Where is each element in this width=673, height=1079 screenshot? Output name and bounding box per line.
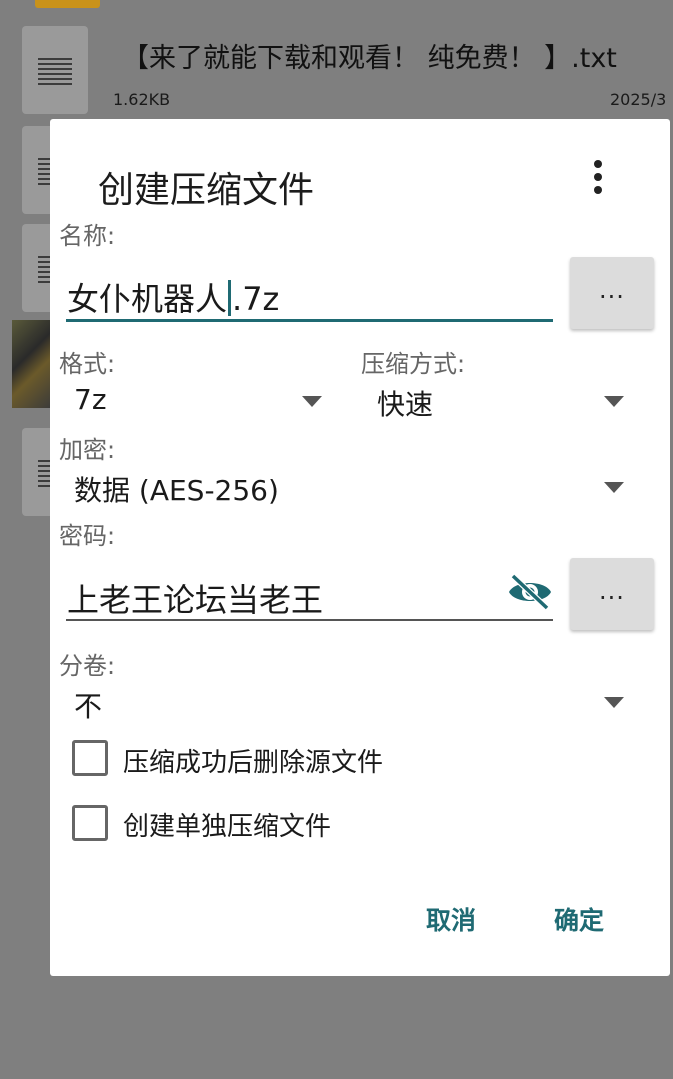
file-date: 2025/3 [610, 90, 667, 109]
file-name[interactable]: 【来了就能下载和观看！ 纯免费！ 】.txt [122, 36, 617, 75]
cancel-button[interactable]: 取消 [426, 901, 476, 937]
browse-path-button[interactable]: ... [570, 257, 654, 329]
name-text-before-caret: 女仆机器人 [67, 280, 228, 318]
delete-source-label[interactable]: 压缩成功后删除源文件 [123, 742, 383, 779]
separate-archive-label[interactable]: 创建单独压缩文件 [123, 806, 331, 843]
compression-method-label: 压缩方式: [361, 350, 466, 378]
format-label: 格式: [59, 350, 116, 378]
text-file-icon [22, 26, 88, 114]
password-label: 密码: [59, 522, 116, 550]
volume-value: 不 [74, 690, 103, 723]
dropdown-arrow-icon [604, 697, 624, 708]
file-size: 1.62KB [113, 90, 171, 109]
name-text-after-caret: .7z [232, 280, 280, 318]
method-value: 快速 [377, 388, 434, 421]
encryption-label: 加密: [59, 436, 116, 464]
name-label: 名称: [59, 222, 116, 250]
text-caret [228, 280, 232, 316]
dialog-title: 创建压缩文件 [98, 170, 315, 211]
dropdown-arrow-icon [604, 396, 624, 407]
visibility-off-icon[interactable] [507, 572, 553, 612]
ok-button[interactable]: 确定 [554, 901, 604, 937]
more-vert-icon[interactable] [585, 157, 611, 201]
volume-label: 分卷: [59, 652, 116, 680]
separate-archive-checkbox[interactable] [72, 805, 108, 841]
password-input-underline [66, 619, 553, 621]
dropdown-arrow-icon [302, 396, 322, 407]
archive-name-input[interactable]: 女仆机器人 .7z [67, 274, 279, 320]
dropdown-arrow-icon [604, 482, 624, 493]
password-options-button[interactable]: ... [570, 558, 654, 630]
name-input-underline [66, 319, 553, 322]
encryption-value: 数据 (AES-256) [74, 474, 279, 507]
delete-source-checkbox[interactable] [72, 740, 108, 776]
folder-icon-partial [35, 0, 100, 8]
format-value: 7z [74, 383, 107, 416]
image-thumbnail [12, 320, 52, 408]
create-archive-dialog: 创建压缩文件 名称: 女仆机器人 .7z ... 格式: 压缩方式: 7z 快速 … [50, 119, 670, 976]
password-input[interactable]: 上老王论坛当老王 [67, 575, 323, 621]
